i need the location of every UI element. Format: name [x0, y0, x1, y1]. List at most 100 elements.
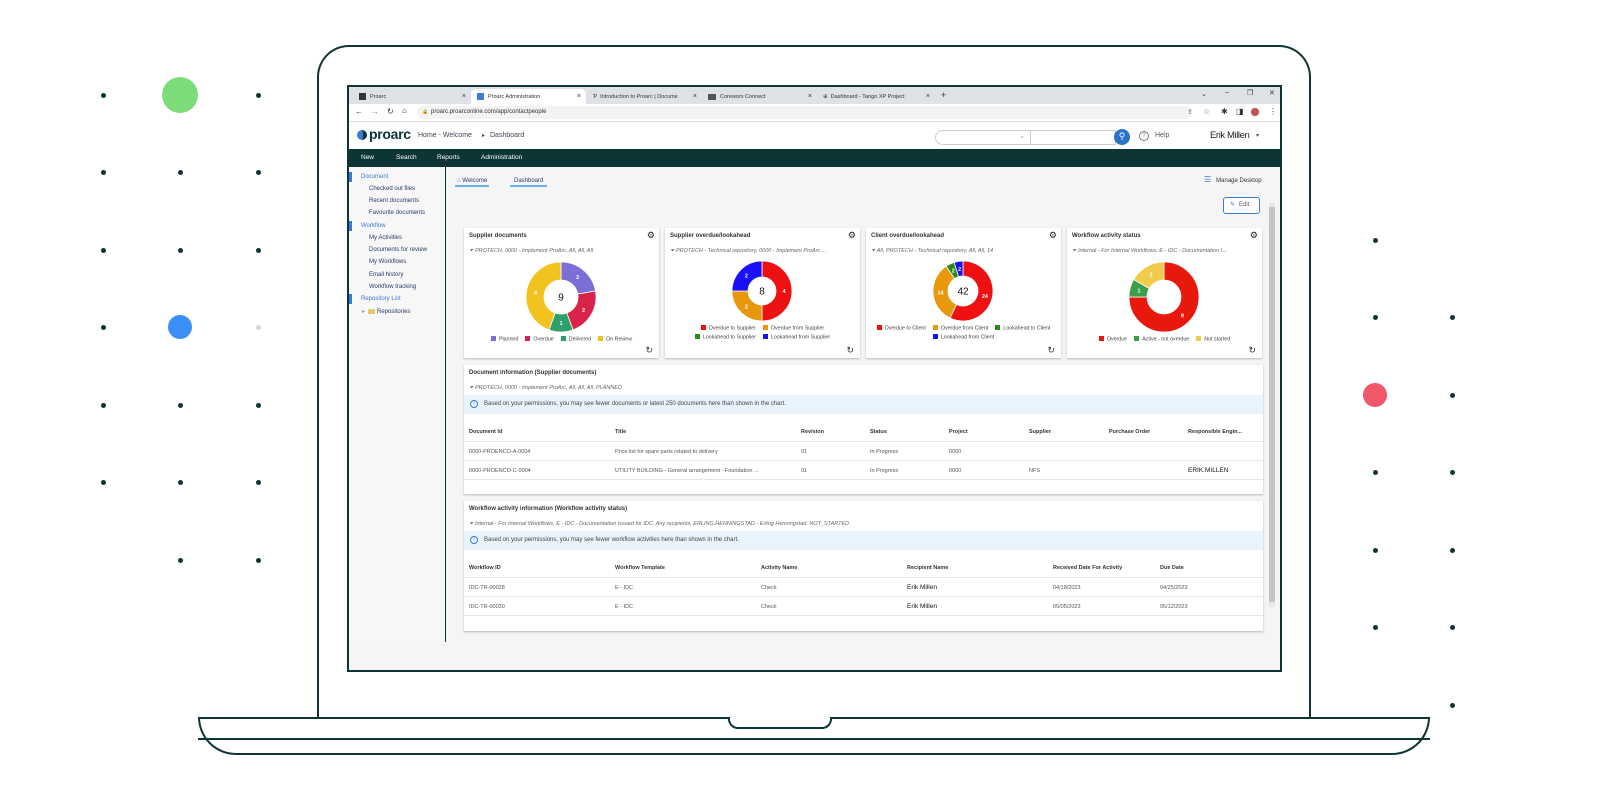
column-header[interactable]: Due Date	[1160, 565, 1184, 571]
notice-text: Based on your permissions, you may see f…	[484, 537, 739, 543]
search-input[interactable]	[1030, 130, 1116, 145]
help-icon[interactable]: ?	[1139, 131, 1149, 141]
slice-value-label: 2	[745, 273, 748, 279]
browser-menu-icon[interactable]: ⋮	[1269, 107, 1277, 116]
help-link[interactable]: Help	[1155, 132, 1169, 139]
column-header[interactable]: Project	[949, 429, 968, 435]
permissions-notice: ! Based on your permissions, you may see …	[464, 531, 1263, 550]
sidebar: Document Checked out files Recent docume…	[349, 167, 446, 642]
legend-item[interactable]: Lookahead from Client	[932, 333, 994, 340]
sidebar-item-my-workflows[interactable]: My Workflows	[369, 259, 406, 265]
legend-item[interactable]: Delivered	[560, 336, 591, 343]
sidebar-item-documents-for-review[interactable]: Documents for review	[369, 247, 427, 253]
close-window-button[interactable]: ✕	[1269, 89, 1275, 97]
close-tab-icon[interactable]: ×	[926, 93, 930, 100]
breadcrumb-home[interactable]: Home - Welcome	[418, 132, 472, 139]
sidebar-item-my-activities[interactable]: My Activities	[369, 235, 402, 241]
browser-tab[interactable]: ⊕ Dashboard - Tango XP Project ×	[817, 89, 935, 104]
extensions-icon[interactable]: ✱	[1221, 107, 1228, 116]
logo[interactable]: proarc	[369, 126, 411, 142]
manage-desktop-button[interactable]: ☰ Manage Desktop	[1204, 175, 1262, 184]
legend-label: Lookahead from Supplier	[770, 334, 831, 340]
column-header[interactable]: Responsible Engin...	[1188, 429, 1242, 435]
new-tab-button[interactable]: +	[941, 90, 946, 100]
browser-tab[interactable]: Coreworx Connect ×	[702, 89, 817, 104]
legend-item[interactable]: Lookahead to Supplier	[694, 333, 756, 340]
column-header[interactable]: Title	[615, 429, 626, 435]
column-header[interactable]: Document Id	[469, 429, 502, 435]
sidebar-item-repositories[interactable]: Repositories	[377, 309, 410, 315]
legend-item[interactable]: On Review	[598, 336, 632, 343]
donut-center-total: 42	[957, 287, 969, 298]
column-header[interactable]: Status	[870, 429, 887, 435]
sidebar-item-recent-documents[interactable]: Recent documents	[369, 198, 419, 204]
share-icon[interactable]: ⇪	[1187, 108, 1193, 116]
restore-button[interactable]: ❐	[1247, 89, 1253, 97]
legend-item[interactable]: Active - not overdue	[1134, 336, 1189, 343]
table-cell: 0000	[949, 468, 962, 474]
legend-item[interactable]: Overdue to Supplier	[700, 325, 756, 332]
column-header[interactable]: Supplier	[1029, 429, 1051, 435]
sidebar-section-document[interactable]: Document	[349, 172, 388, 182]
sidepanel-icon[interactable]: ◨	[1236, 107, 1244, 116]
home-icon[interactable]: ⌂	[402, 106, 407, 115]
pencil-icon: ✎	[1230, 202, 1236, 208]
column-header[interactable]: Recipient Name	[907, 565, 948, 571]
scrollbar-thumb[interactable]	[1269, 207, 1275, 602]
back-icon[interactable]: ←	[355, 107, 363, 116]
close-tab-icon[interactable]: ×	[693, 93, 697, 100]
nav-administration[interactable]: Administration	[481, 154, 522, 161]
expand-arrow-icon[interactable]: ▸	[362, 308, 365, 315]
search-scope-select[interactable]: ⌄	[935, 130, 1031, 145]
nav-search[interactable]: Search	[396, 154, 417, 161]
legend-item[interactable]: Overdue	[1098, 336, 1127, 343]
legend-item[interactable]: Overdue to Client	[876, 325, 926, 332]
forward-icon[interactable]: →	[371, 107, 379, 116]
search-button[interactable]: ⚲	[1114, 129, 1130, 145]
tab-search-icon[interactable]: ⌄	[1201, 90, 1207, 98]
column-header[interactable]: Workflow Template	[615, 565, 665, 571]
profile-avatar[interactable]	[1250, 107, 1260, 117]
close-tab-icon[interactable]: ×	[462, 93, 466, 100]
legend-item[interactable]: Overdue	[525, 336, 554, 343]
decorative-dot	[255, 557, 261, 563]
legend-item[interactable]: Planned	[490, 336, 518, 343]
legend-item[interactable]: Lookahead from Supplier	[762, 333, 831, 340]
tab-welcome[interactable]: ⌂ Welcome	[455, 178, 490, 187]
donut-slice[interactable]	[761, 260, 793, 322]
nav-new[interactable]: New	[361, 154, 374, 161]
browser-tab-active[interactable]: Proarc Administration ×	[471, 89, 586, 104]
column-header[interactable]: Revision	[801, 429, 824, 435]
legend-item[interactable]: Overdue from Supplier	[762, 325, 824, 332]
chart-panel: Supplier overdue/lookahead ⚙ ⏷ PROTECH -…	[665, 228, 860, 358]
column-header[interactable]: Workflow ID	[469, 565, 501, 571]
workflow-info-panel: Workflow activity information (Workflow …	[464, 501, 1263, 631]
sidebar-item-email-history[interactable]: Email history	[369, 272, 403, 278]
browser-tab[interactable]: Ƥ Introduction to Proarc | Docume ×	[587, 89, 702, 104]
reload-icon[interactable]: ↻	[387, 107, 394, 116]
nav-reports[interactable]: Reports	[437, 154, 460, 161]
legend-item[interactable]: Not started	[1196, 336, 1230, 343]
tab-dashboard[interactable]: Dashboard	[510, 178, 548, 187]
sidebar-section-repository-list[interactable]: Repository List	[349, 294, 401, 304]
column-header[interactable]: Received Date For Activity	[1053, 565, 1122, 571]
sidebar-item-favourite-documents[interactable]: Favourite documents	[369, 210, 425, 216]
column-header[interactable]: Activity Name	[761, 565, 797, 571]
close-tab-icon[interactable]: ×	[577, 93, 581, 100]
legend-item[interactable]: Overdue from Client	[932, 325, 988, 332]
sidebar-section-workflow[interactable]: Workflow	[349, 221, 386, 231]
url-input[interactable]: 🔒 proarc.proarconline.com/app/contactpeop…	[417, 106, 1192, 119]
bookmark-star-icon[interactable]: ☆	[1203, 107, 1210, 116]
decorative-dot	[162, 77, 198, 113]
sidebar-item-workflow-tracking[interactable]: Workflow tracking	[369, 284, 416, 290]
column-header[interactable]: Purchase Order	[1109, 429, 1150, 435]
legend-item[interactable]: Lookahead to Client	[995, 325, 1050, 332]
close-tab-icon[interactable]: ×	[808, 93, 812, 100]
sidebar-item-checked-out-files[interactable]: Checked out files	[369, 186, 415, 192]
browser-tab[interactable]: Proarc ×	[353, 89, 471, 104]
minimize-button[interactable]: –	[1225, 89, 1229, 96]
caret-down-icon[interactable]: ▾	[1256, 132, 1259, 139]
user-menu[interactable]: Erik Millen	[1210, 130, 1250, 141]
scrollbar[interactable]	[1269, 202, 1275, 607]
edit-button[interactable]: ✎ Edit	[1223, 197, 1260, 214]
